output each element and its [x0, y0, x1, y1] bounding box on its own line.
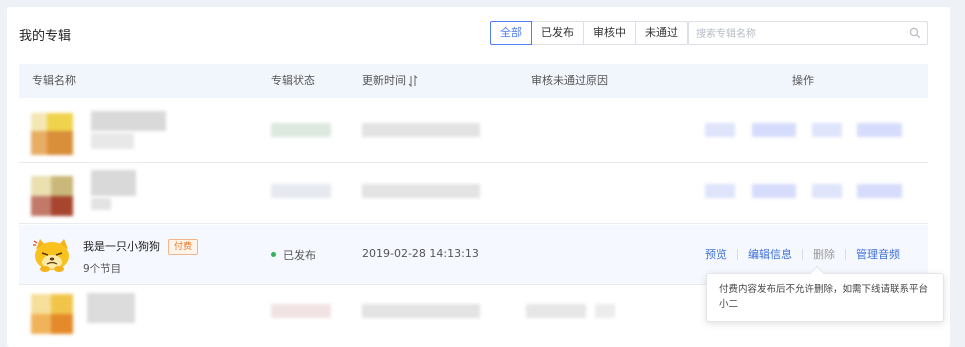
column-updated-label: 更新时间 — [362, 74, 406, 87]
search-input[interactable] — [696, 23, 896, 46]
redacted-op — [752, 123, 796, 137]
redacted-status — [271, 123, 331, 137]
redacted-op — [752, 184, 796, 198]
redacted-episodes — [91, 198, 111, 210]
filter-published-button[interactable]: 已发布 — [531, 21, 584, 45]
album-status: 已发布 — [271, 247, 316, 263]
redacted-status — [271, 304, 331, 318]
redacted-time — [362, 184, 480, 198]
table-row — [19, 103, 928, 163]
search-icon[interactable] — [909, 27, 921, 39]
tooltip-text: 付费内容发布后不允许删除，如需下线请联系平台小二 — [719, 284, 929, 310]
paid-badge: 付费 — [168, 239, 199, 255]
page-title: 我的专辑 — [19, 29, 72, 44]
column-reject-reason: 审核未通过原因 — [531, 74, 608, 87]
episode-count: 9个节目 — [83, 263, 122, 275]
column-status: 专辑状态 — [271, 74, 315, 87]
search-box — [688, 21, 928, 46]
edit-info-link[interactable]: 编辑信息 — [748, 246, 792, 262]
column-actions: 操作 — [792, 74, 814, 87]
row-actions: 预览 编辑信息 删除 管理音频 — [705, 246, 900, 262]
column-updated-time[interactable]: 更新时间 — [362, 64, 418, 98]
redacted-op — [812, 123, 842, 137]
status-dot-icon — [271, 252, 276, 257]
album-cover — [31, 294, 73, 334]
redacted-op — [705, 123, 735, 137]
redacted-reason — [595, 304, 615, 318]
redacted-op — [705, 184, 735, 198]
redacted-name — [87, 293, 135, 323]
redacted-time — [362, 123, 480, 137]
delete-disabled-tooltip: 付费内容发布后不允许删除，如需下线请联系平台小二 — [706, 265, 944, 322]
divider — [845, 248, 846, 260]
redacted-name — [91, 111, 166, 131]
preview-link[interactable]: 预览 — [705, 246, 727, 262]
redacted-time — [362, 304, 480, 318]
album-cover — [31, 113, 73, 155]
filter-reviewing-button[interactable]: 审核中 — [583, 21, 636, 45]
redacted-episodes — [91, 133, 134, 149]
status-filter-group: 全部 已发布 审核中 未通过 — [490, 21, 688, 45]
album-cover[interactable] — [31, 235, 73, 277]
table-header: 专辑名称 专辑状态 更新时间 审核未通过原因 操作 — [19, 64, 928, 98]
redacted-reason — [526, 304, 586, 318]
redacted-name — [91, 170, 136, 196]
updated-time: 2019-02-28 14:13:13 — [362, 247, 479, 260]
sort-icon[interactable] — [408, 75, 418, 87]
redacted-status — [271, 184, 331, 198]
redacted-op — [857, 123, 902, 137]
column-album-name: 专辑名称 — [32, 74, 76, 87]
divider — [802, 248, 803, 260]
manage-audio-link[interactable]: 管理音频 — [856, 246, 900, 262]
filter-all-button[interactable]: 全部 — [490, 21, 532, 45]
redacted-op — [812, 184, 842, 198]
album-title: 我是一只小狗狗 付费 — [83, 238, 199, 255]
table-row — [19, 164, 928, 224]
delete-link[interactable]: 删除 — [813, 246, 835, 262]
filter-rejected-button[interactable]: 未通过 — [635, 21, 688, 45]
divider — [737, 248, 738, 260]
album-cover — [31, 176, 73, 216]
status-label: 已发布 — [283, 249, 316, 262]
redacted-op — [857, 184, 902, 198]
album-name[interactable]: 我是一只小狗狗 — [83, 240, 160, 253]
puppy-cartoon-icon — [33, 239, 69, 272]
